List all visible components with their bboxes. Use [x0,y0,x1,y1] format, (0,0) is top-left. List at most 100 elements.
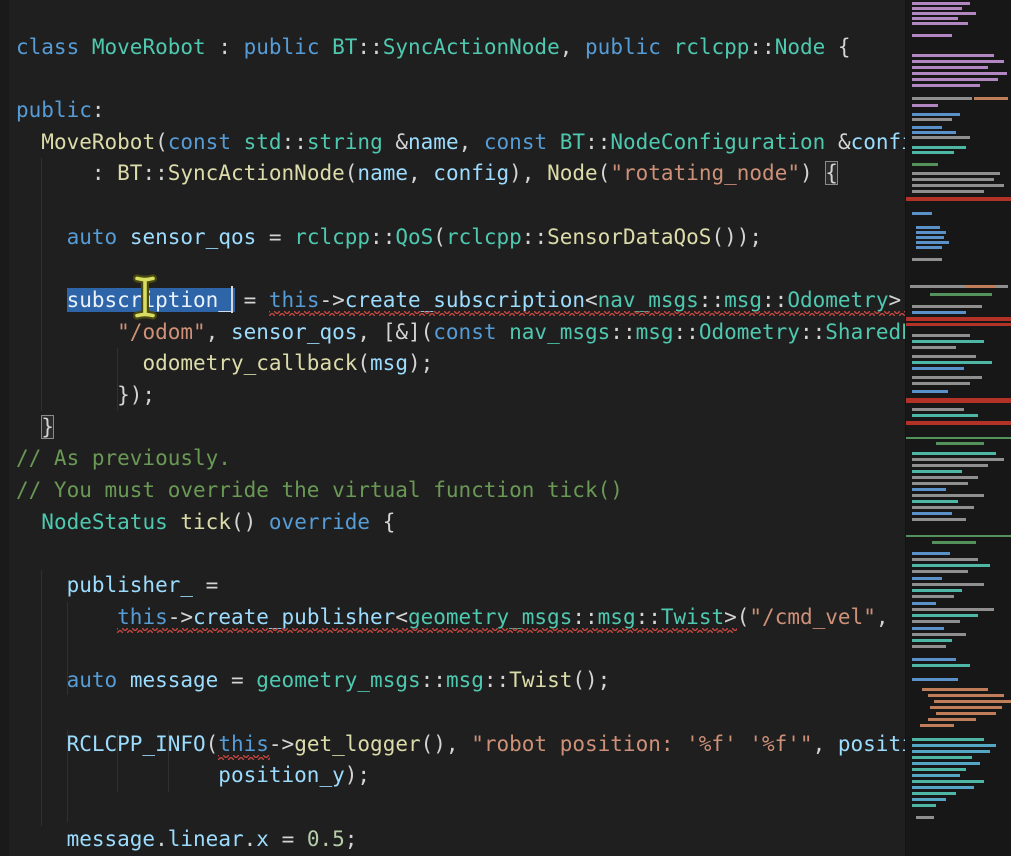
code-line-16[interactable]: NodeStatus tick() override { [16,507,905,539]
minimap-line [912,22,968,25]
code-token: :: [484,668,509,692]
code-line-26[interactable]: message.linear.x = 0.5; [16,824,905,856]
code-token: SensorDataQoS [547,225,711,249]
code-token: ( [598,161,611,185]
code-token: std [244,130,282,154]
minimap-line [912,744,996,747]
minimap-line [912,346,956,349]
code-token: SyncActionNode [168,161,345,185]
code-line-3[interactable]: public: [16,95,905,127]
minimap-line [912,113,960,116]
code-line-14[interactable]: // As previously. [16,443,905,475]
minimap-line [916,816,934,819]
code-token: create_subscription [345,288,585,312]
code-token: :: [421,668,446,692]
code-token: Odometry [699,320,800,344]
minimap-line [912,340,984,343]
code-token: (), [421,732,472,756]
code-line-17[interactable] [16,539,905,571]
bracket-match: } [41,415,54,439]
code-token: // You must override the virtual functio… [16,478,623,502]
code-token: geometry_msgs [256,668,420,692]
code-token: :: [800,320,825,344]
code-token [117,225,130,249]
minimap-line [936,442,984,445]
code-token: public [244,35,320,59]
code-token [16,225,67,249]
minimap-line [912,151,954,154]
minimap-line [930,706,1002,709]
code-editor[interactable]: class MoveRobot : public BT::SyncActionN… [0,0,1011,856]
minimap-line [912,131,956,134]
code-line-12[interactable]: }); [16,380,905,412]
minimap-line [912,488,946,491]
code-token: }); [16,383,155,407]
code-area[interactable]: class MoveRobot : public BT::SyncActionN… [0,0,905,856]
code-line-25[interactable] [16,792,905,824]
code-line-2[interactable] [16,63,905,95]
code-token: odometry_callback [142,351,357,375]
code-token: tick [180,510,231,534]
code-token: ( [433,225,446,249]
code-token [117,668,130,692]
code-token: public [16,98,92,122]
minimap-line [912,258,942,261]
code-line-6[interactable] [16,190,905,222]
code-line-21[interactable]: auto message = geometry_msgs::msg::Twist… [16,665,905,697]
code-token: , [206,320,231,344]
code-token: const [168,130,231,154]
code-token: = [269,827,307,851]
minimap-line [912,639,952,642]
code-token: < [585,288,598,312]
minimap[interactable] [905,0,1011,856]
code-line-23[interactable]: RCLCPP_INFO(this->get_logger(), "robot p… [16,729,905,761]
minimap-line [906,437,1011,439]
minimap-line [916,226,940,229]
code-line-18[interactable]: publisher_ = [16,570,905,602]
minimap-line [912,658,956,661]
minimap-line [912,494,984,497]
minimap-line [906,398,1011,403]
code-token: name [357,161,408,185]
minimap-line [912,458,1004,461]
code-line-5[interactable]: : BT::SyncActionNode(name, config), Node… [16,158,905,190]
minimap-line [912,798,946,801]
code-token [496,320,509,344]
code-line-4[interactable]: MoveRobot(const std::string &name, const… [16,127,905,159]
code-token: override [269,510,370,534]
code-line-10[interactable]: "/odom", sensor_qos, [&](const nav_msgs:… [16,317,905,349]
code-token: >( [888,288,905,312]
code-line-7[interactable]: auto sensor_qos = rclcpp::QoS(rclcpp::Se… [16,222,905,254]
code-line-15[interactable]: // You must override the virtual functio… [16,475,905,507]
code-line-22[interactable] [16,697,905,729]
code-token: RCLCPP_INFO [67,732,206,756]
code-token [168,510,181,534]
code-token: , [459,130,484,154]
minimap-line [912,750,990,753]
code-token: message [67,827,156,851]
code-token: ; [345,827,358,851]
code-token: : [206,35,244,59]
code-token: msg [636,320,674,344]
code-token: ()); [711,225,762,249]
code-token: = [231,288,269,312]
code-token: , [&]( [357,320,433,344]
code-line-11[interactable]: odometry_callback(msg); [16,348,905,380]
code-token: MoveRobot [92,35,206,59]
code-token [16,351,142,375]
code-token: position_y [218,763,344,787]
code-line-1[interactable]: class MoveRobot : public BT::SyncActionN… [16,32,905,64]
minimap-line [912,678,958,681]
code-lines[interactable]: class MoveRobot : public BT::SyncActionN… [16,32,905,856]
code-token: Odometry [787,288,888,312]
minimap-line [928,694,1004,697]
code-line-24[interactable]: position_y); [16,760,905,792]
code-token: ( [357,351,370,375]
code-token: // As previously. [16,446,231,470]
code-token: confi [851,130,905,154]
code-line-13[interactable]: } [16,412,905,444]
code-token [16,415,41,439]
code-line-20[interactable] [16,634,905,666]
code-token: :: [699,288,724,312]
minimap-line [912,602,936,605]
